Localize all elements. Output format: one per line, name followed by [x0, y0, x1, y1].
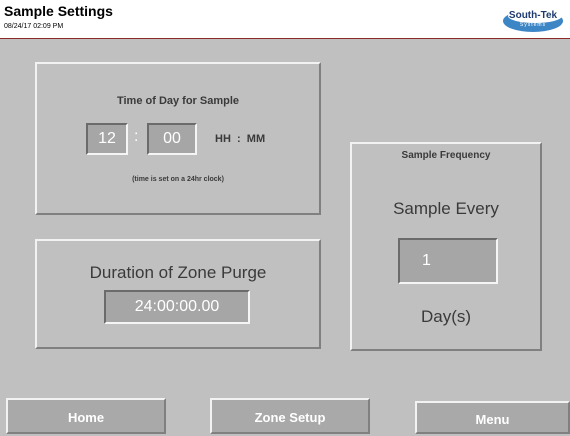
zone-purge-duration-field[interactable]: 24:00:00.00	[104, 290, 250, 324]
sample-frequency-panel: Sample Frequency Sample Every 1 Day(s)	[350, 142, 542, 351]
time-separator: :	[134, 128, 139, 145]
company-logo: South-Tek Systems	[502, 7, 564, 33]
sample-frequency-title: Sample Frequency	[401, 150, 491, 161]
hour-field[interactable]: 12	[86, 123, 128, 155]
sample-frequency-field[interactable]: 1	[398, 238, 498, 284]
zone-setup-button[interactable]: Zone Setup	[210, 398, 370, 434]
menu-button[interactable]: Menu	[415, 401, 570, 434]
logo-subtext: Systems	[519, 22, 547, 28]
logo-text: South-Tek	[508, 10, 558, 21]
page-title: Sample Settings	[4, 3, 113, 19]
sample-every-label: Sample Every	[393, 199, 499, 218]
minute-field[interactable]: 00	[147, 123, 197, 155]
date-time-readout: 08/24/17 02:09 PM	[4, 23, 64, 30]
time-of-day-panel: Time of Day for Sample 12 : 00 HH : MM (…	[35, 62, 321, 215]
zone-purge-title: Duration of Zone Purge	[89, 263, 267, 282]
header-bar: Sample Settings 08/24/17 02:09 PM South-…	[0, 0, 570, 39]
zone-purge-panel: Duration of Zone Purge 24:00:00.00	[35, 239, 321, 349]
clock-format-note: (time is set on a 24hr clock)	[132, 176, 224, 183]
hh-mm-format-label: HH : MM	[215, 133, 266, 145]
days-unit-label: Day(s)	[420, 307, 472, 326]
home-button[interactable]: Home	[6, 398, 166, 434]
time-of-day-title: Time of Day for Sample	[116, 95, 240, 107]
